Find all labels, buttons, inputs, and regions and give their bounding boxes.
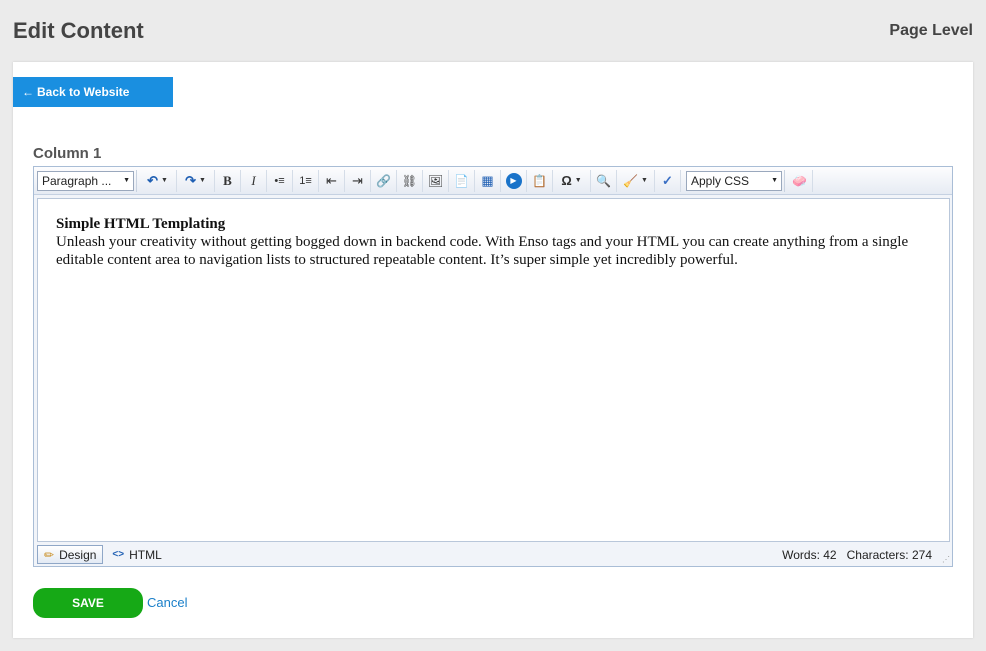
save-button[interactable]: SAVE [33,588,143,618]
chevron-down-icon: ▼ [574,177,582,184]
arrow-left-icon: ← [22,85,34,99]
undo-button[interactable]: ↶ ▼ [139,169,177,192]
chevron-down-icon: ▼ [198,177,206,184]
pencil-icon: ✏ [44,547,55,562]
format-stripper-button[interactable]: 🧹 ▼ [617,169,655,192]
media-play-icon: ▶ [505,172,522,189]
page-title: Edit Content [13,18,144,43]
italic-icon: I [251,172,256,188]
paste-html-button[interactable]: 📋 [527,169,553,192]
chevron-down-icon: ▼ [123,177,130,184]
unlink-icon: ⛓ [401,173,418,188]
editor-content-area[interactable]: Simple HTML Templating Unleash your crea… [37,198,950,542]
italic-button[interactable]: I [241,169,267,192]
back-to-website-button[interactable]: ← Back to Website [13,77,173,107]
character-count: Characters: 274 [846,547,932,562]
table-icon: ▦ [481,172,494,188]
cancel-link[interactable]: Cancel [147,595,187,610]
paste-html-icon: 📋 [532,173,547,188]
insert-document-button[interactable]: 📄 [449,169,475,192]
apply-css-select[interactable]: Apply CSS ▼ [686,170,782,191]
content-heading: Simple HTML Templating [56,216,226,232]
spell-check-button[interactable]: ✓ [655,169,681,192]
undo-icon: ↶ [147,172,158,188]
insert-media-button[interactable]: ▶ [501,169,527,192]
redo-icon: ↷ [185,172,196,188]
code-brackets-icon: <> [112,549,125,560]
toolbar-separator [136,169,137,192]
toolbar-separator [784,169,785,192]
editor-toolbar: Paragraph ... ▼ ↶ ▼ ↷ ▼ B I •≡ 1≡ ⇤ ⇥ 🔗 ⛓ 🖼… [34,167,952,195]
rich-text-editor: Paragraph ... ▼ ↶ ▼ ↷ ▼ B I •≡ 1≡ ⇤ ⇥ 🔗 ⛓ 🖼… [33,166,953,567]
spell-check-icon: ✓ [662,172,673,188]
back-to-website-label: Back to Website [37,85,130,99]
numbered-list-button[interactable]: 1≡ [293,169,319,192]
html-mode-tab[interactable]: <> HTML [106,545,167,564]
insert-link-button[interactable]: 🔗 [371,169,397,192]
resize-grip-icon[interactable]: ⋰ [942,555,950,564]
page-level-label: Page Level [889,22,973,39]
cleanup-button[interactable]: 🧼 [787,169,813,192]
cleanup-icon: 🧼 [792,173,807,188]
outdent-icon: ⇤ [326,172,337,188]
column-label: Column 1 [33,145,102,162]
outdent-button[interactable]: ⇤ [319,169,345,192]
content-panel: ← Back to Website Column 1 Paragraph ...… [13,62,973,638]
find-replace-button[interactable]: 🔍 [591,169,617,192]
special-character-button[interactable]: Ω ▼ [553,169,591,192]
indent-button[interactable]: ⇥ [345,169,371,192]
bold-icon: B [223,172,232,188]
insert-table-button[interactable]: ▦ [475,169,501,192]
unlink-button[interactable]: ⛓ [397,169,423,192]
bold-button[interactable]: B [215,169,241,192]
content-body: Unleash your creativity without getting … [56,234,909,268]
design-mode-label: Design [59,547,97,562]
paragraph-format-select[interactable]: Paragraph ... ▼ [37,170,134,191]
document-icon: 📄 [454,173,469,188]
insert-image-button[interactable]: 🖼 [423,169,449,192]
word-character-counts: Words: 42 Characters: 274 [782,548,932,562]
word-count: Words: 42 [782,547,837,562]
bulleted-list-button[interactable]: •≡ [267,169,293,192]
binoculars-icon: 🔍 [596,173,611,188]
numbered-list-icon: 1≡ [299,174,312,187]
indent-icon: ⇥ [352,172,363,188]
omega-icon: Ω [561,173,572,188]
link-icon: 🔗 [376,173,391,188]
redo-button[interactable]: ↷ ▼ [177,169,215,192]
design-mode-tab[interactable]: ✏ Design [37,545,104,564]
bulleted-list-icon: •≡ [274,174,285,187]
chevron-down-icon: ▼ [160,177,168,184]
html-mode-label: HTML [129,547,162,562]
chevron-down-icon: ▼ [641,177,648,184]
editor-statusbar: ✏ Design <> HTML Words: 42 Characters: 2… [34,543,952,566]
chevron-down-icon: ▼ [771,177,778,184]
brush-icon: 🧹 [623,173,638,188]
image-icon: 🖼 [427,173,444,188]
